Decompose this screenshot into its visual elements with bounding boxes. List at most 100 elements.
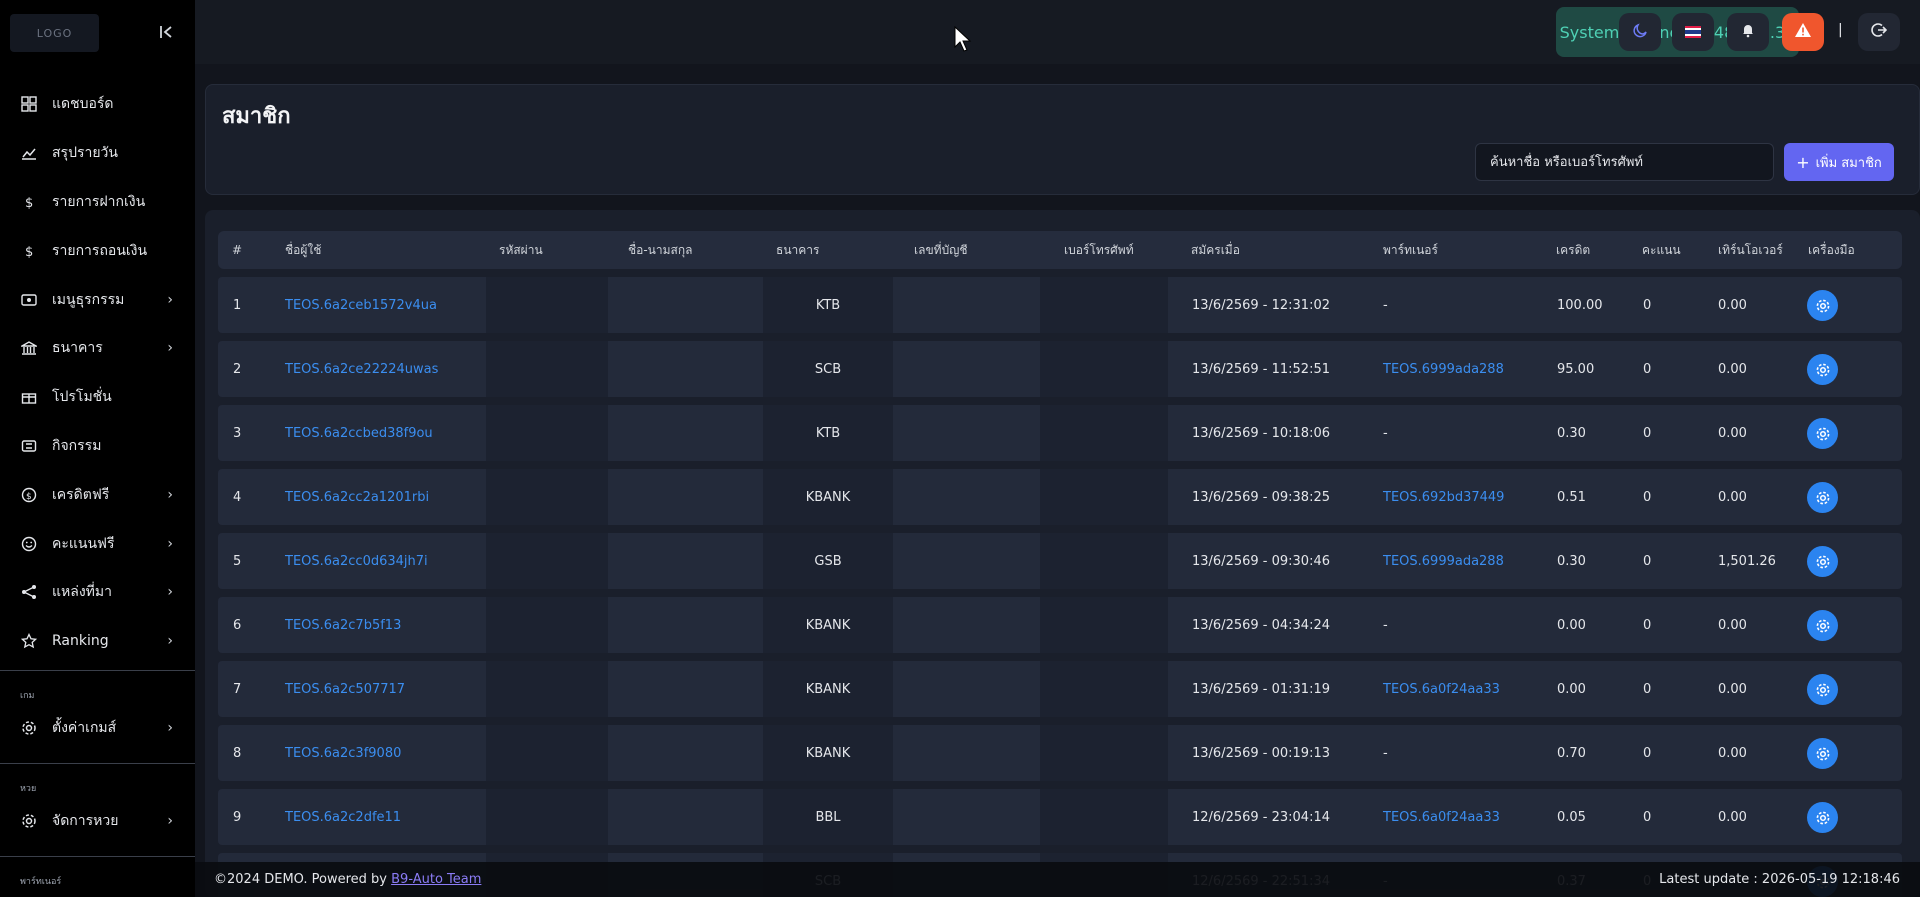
sidebar-item-4[interactable]: เมนูธุรกรรม ›: [0, 275, 195, 324]
column-header: เบอร์โทรศัพท์: [1064, 242, 1134, 257]
cell-points: 0: [1643, 489, 1652, 505]
cell-background: [1040, 597, 1168, 653]
sidebar-item-game-settings[interactable]: ตั้งค่าเกมส์ ›: [0, 704, 195, 753]
cell-no: 8: [233, 745, 242, 761]
divider: |: [1838, 22, 1843, 38]
cell-username[interactable]: TEOS.6a2ce22224uwas: [285, 341, 485, 397]
cell-username[interactable]: TEOS.6a2ceb1572v4ua: [285, 277, 485, 333]
row-settings-button[interactable]: [1807, 738, 1838, 769]
row-settings-button[interactable]: [1807, 610, 1838, 641]
cell-no: 1: [233, 297, 242, 313]
cell-registered: 13/6/2569 - 01:31:19: [1192, 681, 1330, 697]
cell-no: 4: [233, 489, 242, 505]
gear-icon: [20, 812, 38, 830]
cell-partner: -: [1383, 745, 1388, 761]
cell-credit: 0.30: [1557, 553, 1586, 569]
cell-username[interactable]: TEOS.6a2c3f9080: [285, 725, 485, 781]
chevron-right-icon: ›: [167, 633, 173, 650]
sidebar-item-label: ตั้งค่าเกมส์: [52, 720, 117, 737]
sidebar-item-lotto[interactable]: จัดการหวย ›: [0, 797, 195, 846]
gear-icon: [1816, 427, 1829, 440]
row-settings-button[interactable]: [1807, 674, 1838, 705]
search-input[interactable]: [1475, 143, 1774, 181]
sidebar-item-1[interactable]: สรุปรายวัน: [0, 129, 195, 178]
table-row: 4 TEOS.6a2cc2a1201rbi KBANK 13/6/2569 - 09:…: [218, 469, 1902, 525]
cell-background: [1040, 661, 1168, 717]
cell-bank: KBANK: [805, 745, 851, 761]
members-table: # ชื่อผู้ใช้ รหัสผ่าน ชื่อ-นามสกุล ธนาคาร เลข…: [205, 210, 1920, 897]
cell-username[interactable]: TEOS.6a2c7b5f13: [285, 597, 485, 653]
row-settings-button[interactable]: [1807, 482, 1838, 513]
cell-background: [1040, 341, 1168, 397]
table-header: # ชื่อผู้ใช้ รหัสผ่าน ชื่อ-นามสกุล ธนาคาร เลข…: [218, 231, 1902, 269]
footer-link[interactable]: B9-Auto Team: [391, 872, 481, 887]
cell-partner[interactable]: TEOS.6999ada288: [1383, 341, 1548, 397]
theme-toggle-button[interactable]: [1619, 13, 1661, 51]
column-header: คะแนน: [1642, 242, 1681, 257]
cell-bank: KBANK: [805, 489, 851, 505]
alert-button[interactable]: [1782, 13, 1824, 51]
cell-registered: 13/6/2569 - 09:38:25: [1192, 489, 1330, 505]
share-icon: [20, 583, 38, 601]
footer: ©2024 DEMO. Powered by B9-Auto Team Late…: [195, 862, 1920, 897]
cell-points: 0: [1643, 809, 1652, 825]
cell-credit: 100.00: [1557, 297, 1603, 313]
cell-registered: 13/6/2569 - 12:31:02: [1192, 297, 1330, 313]
sidebar-item-2[interactable]: $ รายการฝากเงิน: [0, 178, 195, 227]
cell-partner: -: [1383, 617, 1388, 633]
cell-bank: KBANK: [805, 681, 851, 697]
table-row: 7 TEOS.6a2c507717 KBANK 13/6/2569 - 01:31:1…: [218, 661, 1902, 717]
row-settings-button[interactable]: [1807, 802, 1838, 833]
cell-partner[interactable]: TEOS.6a0f24aa33: [1383, 661, 1548, 717]
row-settings-button[interactable]: [1807, 290, 1838, 321]
cell-username[interactable]: TEOS.6a2ccbed38f9ou: [285, 405, 485, 461]
language-button[interactable]: [1672, 13, 1714, 51]
sidebar-item-label: โปรโมชั่น: [52, 389, 112, 406]
table-row: 9 TEOS.6a2c2dfe11 BBL 12/6/2569 - 23:04:14 T…: [218, 789, 1902, 845]
cell-points: 0: [1643, 681, 1652, 697]
row-settings-button[interactable]: [1807, 418, 1838, 449]
logout-button[interactable]: [1858, 13, 1900, 51]
cell-no: 7: [233, 681, 242, 697]
cell-partner[interactable]: TEOS.6a0f24aa33: [1383, 789, 1548, 845]
sidebar-item-8[interactable]: $ เครดิตฟรี ›: [0, 470, 195, 519]
sidebar-item-11[interactable]: Ranking ›: [0, 617, 195, 666]
table-row: 8 TEOS.6a2c3f9080 KBANK 13/6/2569 - 00:19:1…: [218, 725, 1902, 781]
section-label-lotto: หวย: [20, 784, 37, 794]
section-label-partner: พาร์ทเนอร์: [20, 877, 62, 887]
sidebar-item-3[interactable]: $ รายการถอนเงิน: [0, 226, 195, 275]
table-row: 2 TEOS.6a2ce22224uwas SCB 13/6/2569 - 11:52…: [218, 341, 1902, 397]
notifications-button[interactable]: [1727, 13, 1769, 51]
cell-turnover: 0.00: [1718, 681, 1747, 697]
dollar-icon: $: [20, 193, 38, 211]
add-member-label: เพิ่ม สมาชิก: [1815, 155, 1882, 171]
sidebar-item-0[interactable]: แดชบอร์ด: [0, 80, 195, 129]
sidebar-item-6[interactable]: โปรโมชั่น: [0, 373, 195, 422]
sidebar-item-9[interactable]: คะแนนฟรี ›: [0, 519, 195, 568]
collapse-sidebar-icon[interactable]: [156, 22, 176, 42]
cell-partner[interactable]: TEOS.692bd37449: [1383, 469, 1548, 525]
cell-credit: 0.05: [1557, 809, 1586, 825]
section-label-game: เกม: [20, 691, 35, 701]
table-row: 6 TEOS.6a2c7b5f13 KBANK 13/6/2569 - 04:34:2…: [218, 597, 1902, 653]
cell-username[interactable]: TEOS.6a2cc2a1201rbi: [285, 469, 485, 525]
sidebar-item-label: รายการถอนเงิน: [52, 242, 148, 259]
chart-icon: [20, 144, 38, 162]
sidebar-item-7[interactable]: กิจกรรม: [0, 422, 195, 471]
row-settings-button[interactable]: [1807, 546, 1838, 577]
sidebar-item-10[interactable]: แหล่งที่มา ›: [0, 568, 195, 617]
gear-icon: [1816, 299, 1829, 312]
cell-username[interactable]: TEOS.6a2cc0d634jh7i: [285, 533, 485, 589]
column-header: พาร์ทเนอร์: [1383, 242, 1438, 257]
cell-username[interactable]: TEOS.6a2c507717: [285, 661, 485, 717]
cell-credit: 0.30: [1557, 425, 1586, 441]
cell-partner[interactable]: TEOS.6999ada288: [1383, 533, 1548, 589]
divider: [0, 763, 195, 764]
cell-registered: 13/6/2569 - 11:52:51: [1192, 361, 1330, 377]
page-header: สมาชิก + เพิ่ม สมาชิก: [205, 84, 1920, 195]
add-member-button[interactable]: + เพิ่ม สมาชิก: [1784, 143, 1894, 181]
sidebar-item-5[interactable]: ธนาคาร ›: [0, 324, 195, 373]
row-settings-button[interactable]: [1807, 354, 1838, 385]
cell-username[interactable]: TEOS.6a2c2dfe11: [285, 789, 485, 845]
cell-turnover: 0.00: [1718, 297, 1747, 313]
